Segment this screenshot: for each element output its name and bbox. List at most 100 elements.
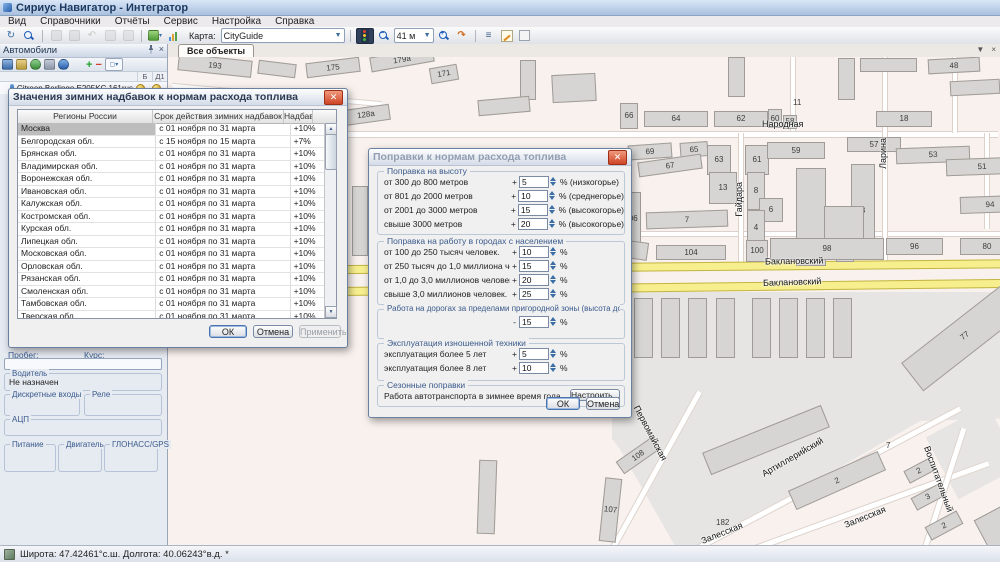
spin-up-icon[interactable]: [550, 349, 556, 353]
object-list-button[interactable]: ≡: [481, 29, 497, 43]
vehicle-tools-button[interactable]: ▾: [147, 29, 163, 43]
table-row[interactable]: Орловская обл.с 01 ноября по 31 марта+10…: [18, 261, 325, 274]
copy-button[interactable]: [66, 29, 82, 43]
zoom-in-button[interactable]: +: [436, 29, 452, 43]
globe-icon[interactable]: [30, 59, 41, 70]
table-row[interactable]: Липецкая обл.с 01 ноября по 31 марта+10%: [18, 236, 325, 249]
camera-icon[interactable]: [44, 59, 55, 70]
ok-button[interactable]: ОК: [209, 325, 247, 338]
spin-input[interactable]: 5: [519, 348, 549, 360]
table-row[interactable]: Тамбовская обл.с 01 ноября по 31 марта+1…: [18, 298, 325, 311]
spin-down-icon[interactable]: [550, 294, 556, 298]
spin-up-icon[interactable]: [549, 191, 555, 195]
close-icon[interactable]: ✕: [324, 90, 343, 105]
close-panel-icon[interactable]: ×: [159, 45, 164, 56]
spin-input[interactable]: 25: [519, 288, 549, 300]
add-vehicle-button[interactable]: +: [86, 59, 92, 71]
spin-down-icon[interactable]: [550, 266, 556, 270]
remove-vehicle-button[interactable]: −: [95, 59, 101, 71]
go-home-button[interactable]: ↷: [454, 29, 470, 43]
spin-up-icon[interactable]: [549, 205, 555, 209]
table-row[interactable]: Белгородская обл.с 15 ноября по 15 марта…: [18, 136, 325, 149]
menu-directories[interactable]: Справочники: [40, 16, 101, 27]
menu-service[interactable]: Сервис: [164, 16, 198, 27]
scrollbar-thumb[interactable]: [325, 134, 337, 170]
refresh-button[interactable]: ↻: [3, 29, 19, 43]
table-row[interactable]: Курская обл.с 01 ноября по 31 марта+10%: [18, 223, 325, 236]
table-row[interactable]: Костромская обл.с 01 ноября по 31 марта+…: [18, 211, 325, 224]
spin-up-icon[interactable]: [550, 289, 556, 293]
spin-up-icon[interactable]: [549, 219, 555, 223]
spin-down-icon[interactable]: [550, 322, 556, 326]
table-row[interactable]: Москвас 01 ноября по 31 марта+10%: [18, 123, 325, 136]
tab-all-objects[interactable]: Все объекты: [178, 44, 254, 57]
spin-down-icon[interactable]: [550, 354, 556, 358]
spin-down-icon[interactable]: [550, 252, 556, 256]
table-row[interactable]: Тверская обл.с 01 ноября по 31 марта+10%: [18, 311, 325, 319]
table-row[interactable]: Московская обл.с 01 ноября по 31 марта+1…: [18, 248, 325, 261]
spin-up-icon[interactable]: [550, 177, 556, 181]
spin-up-icon[interactable]: [550, 261, 556, 265]
table-row[interactable]: Владимирская обл.с 01 ноября по 31 марта…: [18, 161, 325, 174]
table-row[interactable]: Ивановская обл.с 01 ноября по 31 марта+1…: [18, 186, 325, 199]
spin-up-icon[interactable]: [550, 247, 556, 251]
map-select-combo[interactable]: CityGuide ▼: [221, 28, 345, 43]
spin-input[interactable]: 10: [519, 362, 549, 374]
cancel-button[interactable]: Отмена: [253, 325, 293, 338]
view-mode-split-button[interactable]: ▢▾: [105, 58, 123, 71]
traffic-toggle-button[interactable]: [356, 28, 374, 44]
spin-input[interactable]: 10: [518, 190, 548, 202]
table-row[interactable]: Рязанская обл.с 01 ноября по 31 марта+10…: [18, 273, 325, 286]
spin-down-icon[interactable]: [550, 280, 556, 284]
edit-object-button[interactable]: [48, 29, 64, 43]
grid-button[interactable]: [102, 29, 118, 43]
spin-input[interactable]: 15: [518, 204, 548, 216]
undo-button[interactable]: ↶: [84, 29, 100, 43]
menu-reports[interactable]: Отчёты: [115, 16, 150, 27]
tab-close-icon[interactable]: ×: [991, 45, 996, 54]
spin-input[interactable]: 10: [519, 246, 549, 258]
spin-input[interactable]: 15: [519, 316, 549, 328]
menu-settings[interactable]: Настройка: [212, 16, 261, 27]
tab-list-dropdown-icon[interactable]: ▼: [976, 45, 984, 54]
pin-icon[interactable]: [147, 45, 155, 56]
spin-input[interactable]: 20: [518, 218, 548, 230]
search-button[interactable]: [21, 29, 37, 43]
menu-view[interactable]: Вид: [8, 16, 26, 27]
close-icon[interactable]: ✕: [608, 150, 627, 165]
zoom-out-button[interactable]: −: [376, 29, 392, 43]
table-scrollbar[interactable]: ▲ ▼: [324, 123, 336, 318]
spin-down-icon[interactable]: [550, 368, 556, 372]
spin-down-icon[interactable]: [549, 196, 555, 200]
edit-vehicle-icon[interactable]: [16, 59, 27, 70]
spin-down-icon[interactable]: [549, 210, 555, 214]
globe2-icon[interactable]: [58, 59, 69, 70]
dialog-title-bar[interactable]: Значения зимних надбавок к нормам расход…: [9, 89, 347, 106]
layers-button[interactable]: [120, 29, 136, 43]
table-row[interactable]: Смоленская обл.с 01 ноября по 31 марта+1…: [18, 286, 325, 299]
menu-help[interactable]: Справка: [275, 16, 314, 27]
spin-down-icon[interactable]: [550, 182, 556, 186]
cancel-button[interactable]: Отмена: [586, 397, 620, 410]
table-row[interactable]: Воронежская обл.с 01 ноября по 31 марта+…: [18, 173, 325, 186]
table-row[interactable]: Брянская обл.с 01 ноября по 31 марта+10%: [18, 148, 325, 161]
selection-mode-button[interactable]: [517, 29, 533, 43]
column-header-region[interactable]: Регионы России: [18, 110, 153, 123]
dialog-title-bar[interactable]: Поправки к нормам расхода топлива ✕: [369, 149, 631, 166]
chart-button[interactable]: [165, 29, 181, 43]
spin-input[interactable]: 5: [519, 176, 549, 188]
notes-button[interactable]: [499, 29, 515, 43]
spin-up-icon[interactable]: [550, 317, 556, 321]
spin-input[interactable]: 20: [519, 274, 549, 286]
spin-up-icon[interactable]: [550, 363, 556, 367]
spin-input[interactable]: 15: [519, 260, 549, 272]
spin-down-icon[interactable]: [549, 224, 555, 228]
map-scale-combo[interactable]: 41 м ▼: [394, 28, 434, 43]
find-vehicle-icon[interactable]: [2, 59, 13, 70]
table-row[interactable]: Калужская обл.с 01 ноября по 31 марта+10…: [18, 198, 325, 211]
scroll-down-icon[interactable]: ▼: [325, 306, 337, 318]
apply-button[interactable]: Применить: [299, 325, 341, 338]
ok-button[interactable]: ОК: [546, 397, 580, 410]
column-header-allowance[interactable]: Надбавка: [284, 110, 313, 123]
column-header-period[interactable]: Срок действия зимних надбавок: [153, 110, 284, 123]
